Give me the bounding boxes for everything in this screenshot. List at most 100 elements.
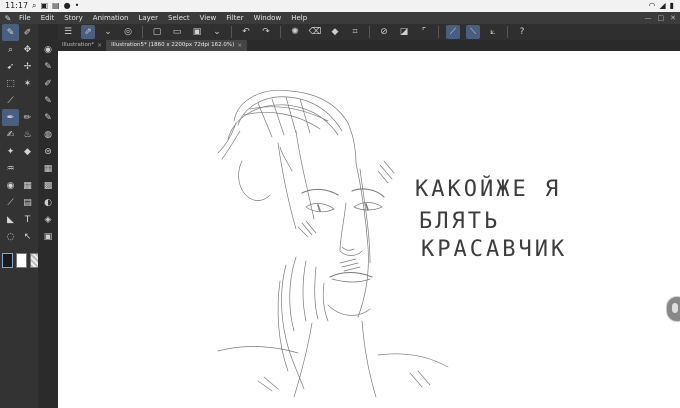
minimize-icon[interactable]: — (645, 12, 652, 24)
gradient-tool-icon[interactable]: ▦ (19, 177, 36, 194)
edge-panel-handle[interactable] (666, 296, 680, 322)
auto-select-tool-icon[interactable]: ✶ (19, 75, 36, 92)
canvas-text-line-1: КАКОЙЖЕ Я (415, 177, 562, 202)
selection-tool-icon[interactable]: ⬚ (2, 75, 19, 92)
menu-file[interactable]: File (14, 12, 36, 24)
command-bar: ☰ ⇗ ⌄ ◎ ▢ ▭ ▣ ⌄ ↶ ↷ ✺ ⌫ ◆ ⌗ ⊘ ◪ ⌜ ⟋ ⟍ ⟀ … (58, 24, 680, 40)
wifi-icon: ◠ (648, 1, 656, 10)
menu-edit[interactable]: Edit (36, 12, 60, 24)
clear-layer-icon[interactable]: ⌫ (308, 25, 322, 39)
tab-close-icon[interactable]: × (97, 40, 102, 51)
pen-preset-d-icon[interactable]: ✎ (38, 109, 58, 126)
chat-icon: ● (63, 1, 71, 10)
canvas-text-line-2: БЛЯТЬ (419, 209, 501, 234)
ruler-tool-icon[interactable]: ◣ (2, 211, 19, 228)
fill-tool-icon[interactable]: ◉ (2, 177, 19, 194)
undo-icon[interactable]: ↶ (239, 25, 253, 39)
transform-icon[interactable]: ⌗ (348, 25, 362, 39)
text-tool-icon[interactable]: T (19, 211, 36, 228)
brush-size-icon[interactable]: ◉ (38, 41, 58, 58)
pen-preset-a-icon[interactable]: ✎ (38, 58, 58, 75)
pen-preset-b-icon[interactable]: ✐ (38, 75, 58, 92)
zoom-tool-icon[interactable]: ⌕ (2, 41, 19, 58)
menu-select[interactable]: Select (163, 12, 195, 24)
operation-tool-icon[interactable]: ➹ (2, 58, 19, 75)
blend-tool-icon[interactable]: ♒ (2, 160, 19, 177)
sketch-drawing (217, 89, 449, 398)
snap-special-ruler-icon[interactable]: ⟍ (466, 25, 480, 39)
frame-border-tool-icon[interactable]: ▤ (19, 194, 36, 211)
image-icon: ▣ (40, 1, 49, 10)
status-time: 11:17 (5, 1, 29, 10)
menu-window[interactable]: Window (249, 12, 287, 24)
pen-tool-active-icon[interactable]: ✒ (2, 109, 19, 126)
toolbar-divider (438, 26, 439, 38)
menu-help[interactable]: Help (286, 12, 312, 24)
menu-bar: ✎ File Edit Story Animation Layer Select… (0, 12, 680, 24)
snap-grid-icon[interactable]: ⟀ (486, 25, 500, 39)
open-folder-icon[interactable]: ▭ (170, 25, 184, 39)
save-icon[interactable]: ▣ (190, 25, 204, 39)
color-wheel-icon[interactable]: ▦ (38, 160, 58, 177)
layer-move-tool-icon[interactable]: ✢ (19, 58, 36, 75)
color-swatches (2, 253, 41, 268)
blending-icon[interactable]: ◍ (38, 126, 58, 143)
menu-filter[interactable]: Filter (221, 12, 248, 24)
menu-layer[interactable]: Layer (133, 12, 163, 24)
menu-view[interactable]: View (195, 12, 222, 24)
toolbar-divider (507, 26, 508, 38)
brush-tool-icon[interactable]: ✐ (19, 24, 36, 41)
empty-slot (19, 92, 36, 109)
sub-color-swatch[interactable] (16, 253, 27, 268)
invert-selection-icon[interactable]: ◪ (397, 25, 411, 39)
pen-tool-icon[interactable]: ✎ (2, 24, 19, 41)
tab-illustration[interactable]: Illustration* × (58, 40, 108, 51)
tab-close-icon[interactable]: × (237, 40, 242, 51)
tab-label: Illustration5* (1860 x 2200px 72dpi 162.… (111, 42, 235, 48)
brush-ink-tool-icon[interactable]: ✍ (2, 126, 19, 143)
decoration-tool-icon[interactable]: ✦ (2, 143, 19, 160)
save-menu-chevron-icon[interactable]: ⌄ (210, 25, 224, 39)
document-tabs: Illustration* × Illustration5* (1860 x 2… (58, 40, 680, 51)
sub-tool-header-icon (38, 24, 58, 41)
navigator-icon[interactable]: ▣ (38, 228, 58, 245)
select-none-icon[interactable]: ⊘ (377, 25, 391, 39)
app-logo-icon[interactable]: ✎ (2, 12, 14, 24)
settings-gear-icon[interactable]: ✺ (288, 25, 302, 39)
snap-ruler-icon[interactable]: ⟋ (446, 25, 460, 39)
eyedropper-tool-icon[interactable]: ⟋ (2, 92, 19, 109)
help-icon[interactable]: ? (515, 25, 529, 39)
companion-icon[interactable]: ◎ (121, 25, 135, 39)
hamburger-menu-icon[interactable]: ☰ (61, 25, 75, 39)
more-icon: • (74, 1, 80, 10)
close-icon[interactable]: ✕ (670, 12, 676, 24)
fill-icon[interactable]: ◆ (328, 25, 342, 39)
tool-panel: ✎ ✐ ⌕ ✥ ➹ ✢ ⬚ ✶ ⟋ ✒ ✏ ✍ ♨ ✦ ◆ ♒ ◉ ▦ ⟋ ▤ … (0, 24, 41, 408)
quick-access-icon[interactable]: ⇗ (81, 25, 95, 39)
stabilization-icon[interactable]: ⊜ (38, 143, 58, 160)
balloon-tool-icon[interactable]: ◌ (2, 228, 19, 245)
maximize-icon[interactable]: □ (658, 12, 665, 24)
redo-icon[interactable]: ↷ (259, 25, 273, 39)
material-icon[interactable]: ◐ (38, 194, 58, 211)
pencil-tool-icon[interactable]: ✏ (19, 109, 36, 126)
correct-line-tool-icon[interactable]: ↖ (19, 228, 36, 245)
menu-story[interactable]: Story (59, 12, 88, 24)
eraser-tool-icon[interactable]: ◆ (19, 143, 36, 160)
canvas-text-line-3: КРАСАВЧИК (421, 237, 568, 262)
drawing-canvas[interactable]: КАКОЙЖЕ Я БЛЯТЬ КРАСАВЧИК (58, 51, 680, 408)
toolbar-divider (142, 26, 143, 38)
figure-tool-icon[interactable]: ⟋ (2, 194, 19, 211)
menu-animation[interactable]: Animation (88, 12, 134, 24)
color-history-icon[interactable]: ▩ (38, 177, 58, 194)
new-file-icon[interactable]: ▢ (150, 25, 164, 39)
move-tool-icon[interactable]: ✥ (19, 41, 36, 58)
tab-illustration5[interactable]: Illustration5* (1860 x 2200px 72dpi 162.… (107, 40, 248, 51)
pen-preset-c-icon[interactable]: ✎ (38, 92, 58, 109)
crop-icon[interactable]: ⌜ (417, 25, 431, 39)
layer-icon[interactable]: ◈ (38, 211, 58, 228)
main-color-swatch[interactable] (2, 253, 13, 268)
chevron-down-icon[interactable]: ⌄ (101, 25, 115, 39)
toolbar-divider (231, 26, 232, 38)
airbrush-tool-icon[interactable]: ♨ (19, 126, 36, 143)
